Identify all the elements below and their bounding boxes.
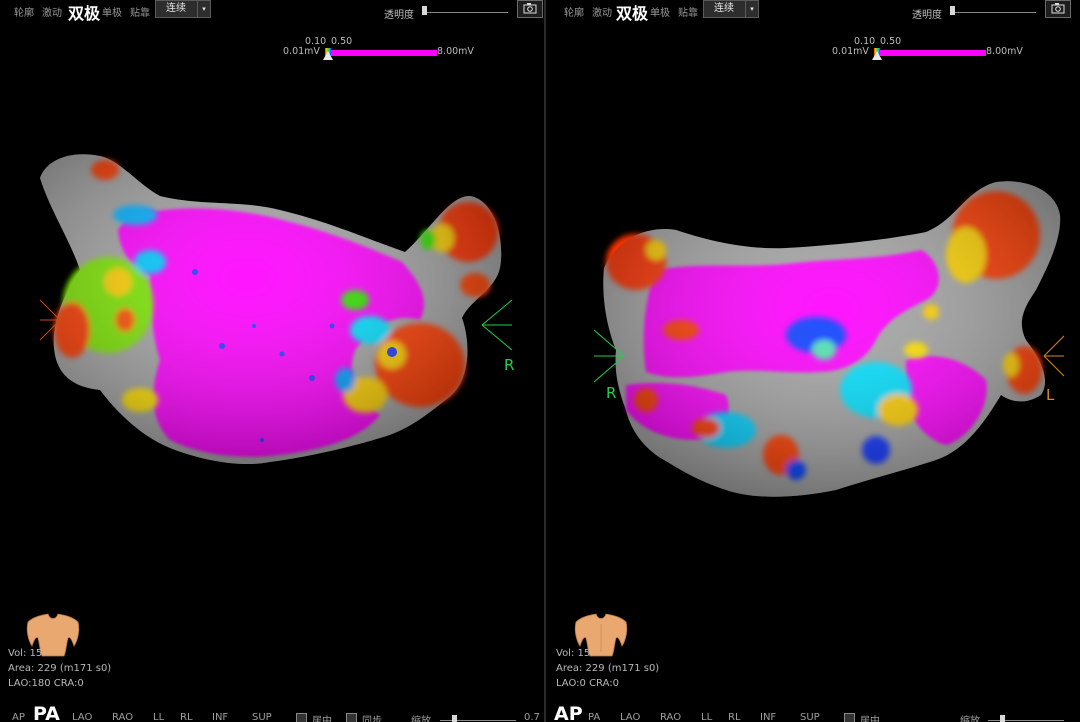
view-ll-button[interactable]: LL <box>701 712 712 722</box>
right-orientation-marker-icon <box>1043 335 1065 377</box>
center-checkbox[interactable] <box>844 713 855 722</box>
center-checkbox-label: 居中 <box>860 716 880 722</box>
chamber-shading <box>40 154 502 465</box>
view-sup-button[interactable]: SUP <box>800 712 820 722</box>
view-rl-button[interactable]: RL <box>728 712 741 722</box>
view-inf-button[interactable]: INF <box>212 712 228 722</box>
view-lao-button[interactable]: LAO <box>72 712 92 722</box>
right-map-pane: 轮廓 激动 双极 单极 贴靠 连续 ▾ 透明度 0.10 0.50 0.01mV… <box>546 0 1080 722</box>
left-map-pane: 轮廓 激动 双极 单极 贴靠 连续 ▾ 透明度 0.10 0.50 0.01mV… <box>0 0 544 722</box>
right-orientation-marker-icon <box>481 299 513 351</box>
zoom-label: 缩放 <box>960 716 980 722</box>
view-sup-button[interactable]: SUP <box>252 712 272 722</box>
orientation-label-right: R <box>606 384 617 402</box>
right-view-bar: AP PA LAO RAO LL RL INF SUP 居中 缩放 <box>546 703 1080 722</box>
view-ll-button[interactable]: LL <box>153 712 164 722</box>
sync-checkbox-label: 同步 <box>362 716 382 722</box>
sync-checkbox[interactable] <box>346 713 357 722</box>
view-inf-button[interactable]: INF <box>760 712 776 722</box>
area-readout: Area: 229 (m171 s0) <box>556 663 660 674</box>
view-ap-button[interactable]: AP <box>554 703 583 722</box>
orientation-label-left: L <box>1046 386 1055 404</box>
view-rao-button[interactable]: RAO <box>660 712 681 722</box>
zoom-value: 0.7 <box>524 712 540 722</box>
view-pa-button[interactable]: PA <box>33 703 60 722</box>
angle-readout: LAO:180 CRA:0 <box>8 678 84 689</box>
right-map-info: Vol: 15 Area: 229 (m171 s0) LAO:0 CRA:0 <box>556 646 659 691</box>
volume-readout: Vol: 15 <box>556 648 591 659</box>
area-readout: Area: 229 (m171 s0) <box>8 663 112 674</box>
chamber-shading <box>603 181 1061 497</box>
zoom-slider-thumb[interactable] <box>1000 715 1005 722</box>
orientation-label-right: R <box>504 356 515 374</box>
angle-readout: LAO:0 CRA:0 <box>556 678 619 689</box>
zoom-slider-thumb[interactable] <box>452 715 457 722</box>
left-map-info: Vol: 15 Area: 229 (m171 s0) LAO:180 CRA:… <box>8 646 111 691</box>
view-rl-button[interactable]: RL <box>180 712 193 722</box>
center-checkbox[interactable] <box>296 713 307 722</box>
center-checkbox-label: 居中 <box>312 716 332 722</box>
view-lao-button[interactable]: LAO <box>620 712 640 722</box>
view-rao-button[interactable]: RAO <box>112 712 133 722</box>
volume-readout: Vol: 15 <box>8 648 43 659</box>
left-view-bar: AP PA LAO RAO LL RL INF SUP 居中 同步 缩放 0.7 <box>0 703 544 722</box>
zoom-label: 缩放 <box>411 716 431 722</box>
view-pa-button[interactable]: PA <box>588 712 600 722</box>
view-ap-button[interactable]: AP <box>12 712 25 722</box>
